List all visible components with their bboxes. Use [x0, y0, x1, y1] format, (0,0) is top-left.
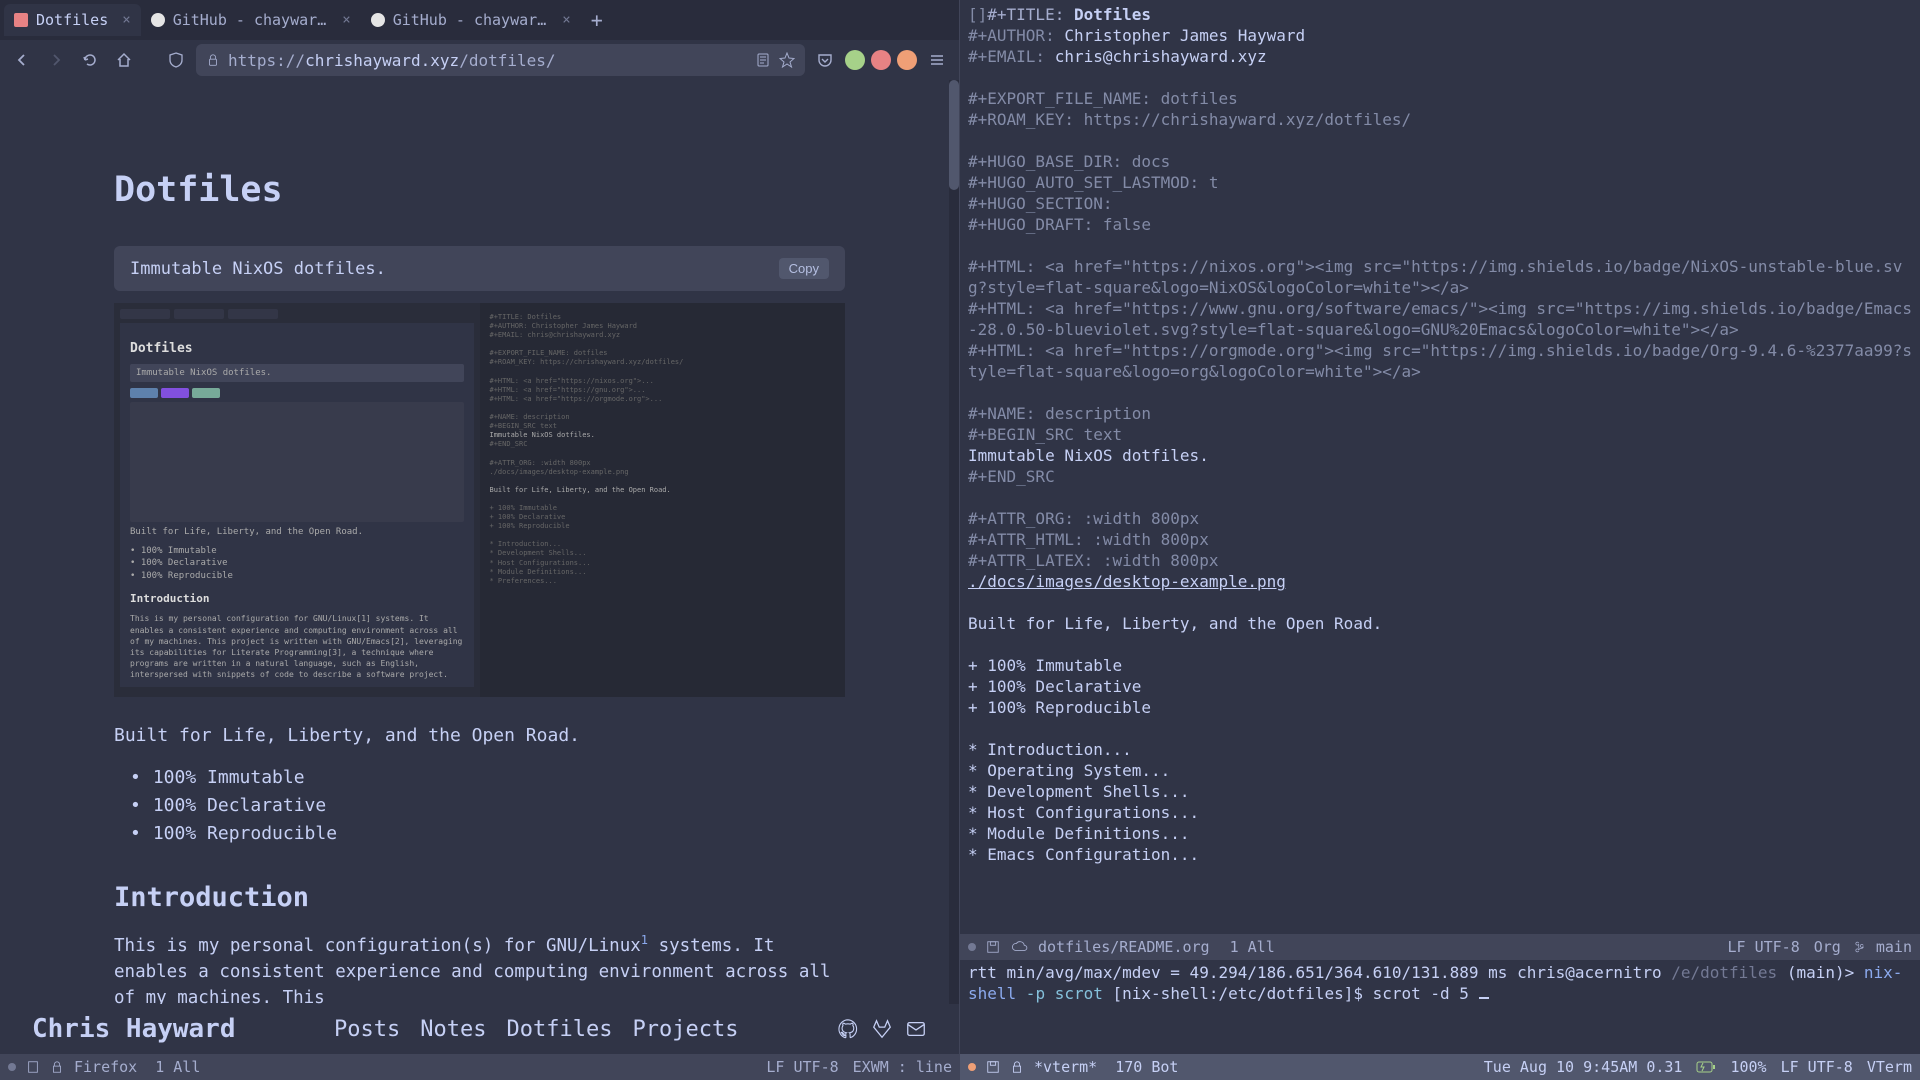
close-icon[interactable]: ×: [122, 12, 130, 28]
lock-icon: [50, 1060, 64, 1074]
reload-button[interactable]: [76, 46, 104, 74]
save-icon: [986, 1060, 1000, 1074]
shield-icon[interactable]: [162, 46, 190, 74]
address-bar: https://chrishayward.xyz/dotfiles/: [0, 40, 959, 80]
battery-pct: 100%: [1730, 1058, 1766, 1076]
tab-github-2[interactable]: GitHub - chayward1/dotf ×: [361, 4, 581, 36]
file-icon: [26, 1060, 40, 1074]
menu-button[interactable]: [923, 46, 951, 74]
major-mode: VTerm: [1867, 1058, 1912, 1076]
encoding: LF UTF-8: [1728, 938, 1800, 956]
url-input[interactable]: https://chrishayward.xyz/dotfiles/: [196, 44, 805, 76]
buffer-name: *vterm*: [1034, 1058, 1097, 1076]
site-footer: Chris Hayward Posts Notes Dotfiles Proje…: [0, 1004, 959, 1054]
page-title: Dotfiles: [114, 170, 845, 210]
lock-icon: [1010, 1060, 1024, 1074]
extension-red-icon[interactable]: [871, 50, 891, 70]
favicon-icon: [371, 13, 385, 27]
extension-orange-icon[interactable]: [897, 50, 917, 70]
browser-tabbar: Dotfiles × GitHub - chayward1/dotf × Git…: [0, 0, 959, 40]
intro-paragraph: This is my personal configuration(s) for…: [114, 931, 845, 1012]
position: 1 All: [155, 1058, 200, 1076]
position: 1 All: [1230, 938, 1275, 956]
lock-icon: [206, 53, 220, 67]
tab-title: GitHub - chayward1/dotf: [173, 11, 329, 29]
clock: Tue Aug 10 9:45AM 0.31: [1484, 1058, 1683, 1076]
modeline-org: dotfiles/README.org 1 All LF UTF-8 Org m…: [960, 934, 1920, 960]
code-text: Immutable NixOS dotfiles.: [130, 259, 386, 279]
list-item: 100% Reproducible: [130, 820, 845, 848]
status-dot-icon: [968, 1063, 976, 1071]
close-icon[interactable]: ×: [562, 12, 570, 28]
bookmark-icon[interactable]: [779, 52, 795, 68]
forward-button[interactable]: [42, 46, 70, 74]
new-tab-button[interactable]: +: [581, 8, 613, 32]
scrollbar[interactable]: [949, 80, 959, 1054]
vterm-buffer[interactable]: rtt min/avg/max/mdev = 49.294/186.651/36…: [960, 960, 1920, 1054]
page-content: Dotfiles Immutable NixOS dotfiles. Copy …: [0, 80, 959, 1054]
tab-active[interactable]: Dotfiles ×: [4, 4, 141, 36]
extension-green-icon[interactable]: [845, 50, 865, 70]
feature-list: 100% Immutable 100% Declarative 100% Rep…: [114, 764, 845, 848]
major-mode: Org: [1814, 938, 1841, 956]
mail-icon[interactable]: [905, 1018, 927, 1040]
pocket-icon[interactable]: [811, 46, 839, 74]
screenshot-image: Dotfiles Immutable NixOS dotfiles. Built…: [114, 303, 845, 697]
major-mode: EXWM : line: [853, 1058, 952, 1076]
encoding: LF UTF-8: [1781, 1058, 1853, 1076]
modeline-firefox: Firefox 1 All LF UTF-8 EXWM : line: [0, 1054, 960, 1080]
nav-projects[interactable]: Projects: [632, 1017, 738, 1042]
tagline: Built for Life, Liberty, and the Open Ro…: [114, 725, 845, 746]
favicon-icon: [151, 13, 165, 27]
gitlab-icon[interactable]: [871, 1018, 893, 1040]
cursor: [1479, 997, 1489, 999]
tab-title: GitHub - chayward1/dotf: [393, 11, 549, 29]
tab-github-1[interactable]: GitHub - chayward1/dotf ×: [141, 4, 361, 36]
nav-posts[interactable]: Posts: [334, 1017, 400, 1042]
git-branch: main: [1855, 938, 1912, 956]
buffer-name: Firefox: [74, 1058, 137, 1076]
url-text: https://chrishayward.xyz/dotfiles/: [228, 51, 556, 70]
save-icon: [986, 940, 1000, 954]
list-item: 100% Declarative: [130, 792, 845, 820]
position: 170 Bot: [1115, 1058, 1178, 1076]
code-block: Immutable NixOS dotfiles. Copy: [114, 246, 845, 291]
encoding: LF UTF-8: [766, 1058, 838, 1076]
cloud-icon: [1010, 940, 1028, 954]
copy-button[interactable]: Copy: [779, 258, 829, 279]
favicon-icon: [14, 13, 28, 27]
site-name[interactable]: Chris Hayward: [32, 1014, 236, 1044]
back-button[interactable]: [8, 46, 36, 74]
status-dot-icon: [968, 943, 976, 951]
home-button[interactable]: [110, 46, 138, 74]
battery-icon: [1696, 1058, 1716, 1076]
modeline-vterm: *vterm* 170 Bot Tue Aug 10 9:45AM 0.31 1…: [960, 1054, 1920, 1080]
status-dot-icon: [8, 1063, 16, 1071]
section-heading: Introduction: [114, 882, 845, 913]
tab-title: Dotfiles: [36, 11, 108, 29]
list-item: 100% Immutable: [130, 764, 845, 792]
nav-notes[interactable]: Notes: [420, 1017, 486, 1042]
org-buffer[interactable]: []#+TITLE: Dotfiles #+AUTHOR: Christophe…: [960, 0, 1920, 934]
reader-mode-icon[interactable]: [755, 52, 771, 68]
nav-dotfiles[interactable]: Dotfiles: [507, 1017, 613, 1042]
github-icon[interactable]: [837, 1018, 859, 1040]
close-icon[interactable]: ×: [342, 12, 350, 28]
buffer-name: dotfiles/README.org: [1038, 938, 1210, 956]
